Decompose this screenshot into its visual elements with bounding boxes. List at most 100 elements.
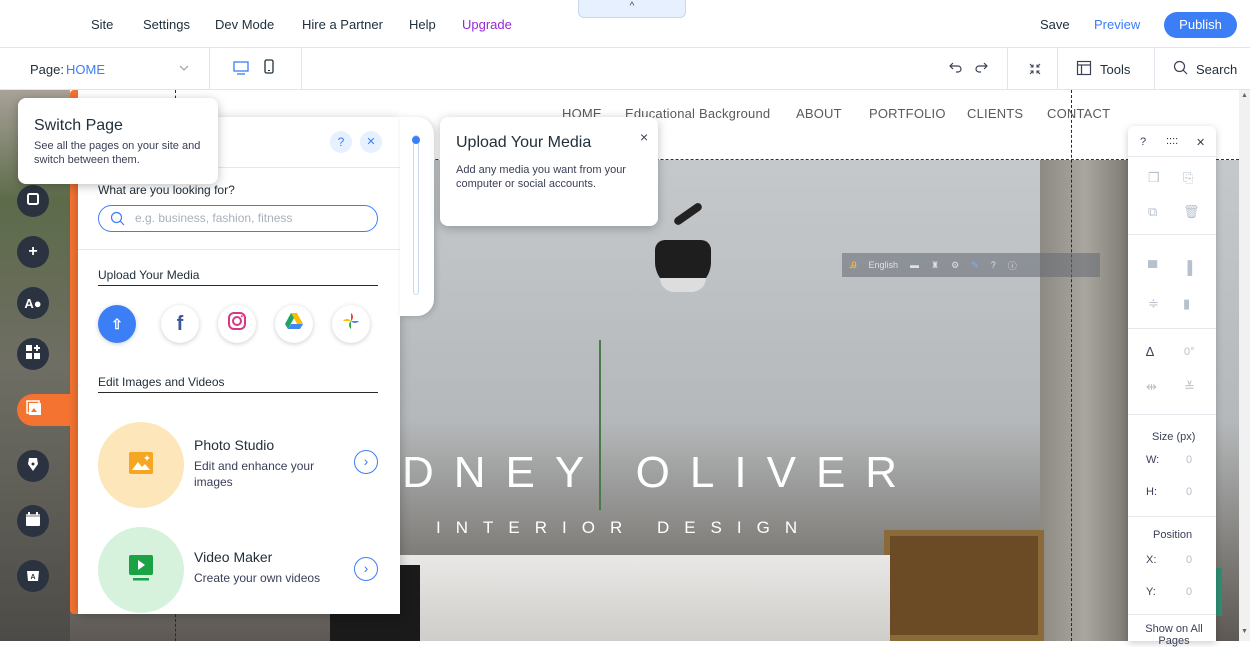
page-name: HOME	[65, 61, 105, 77]
flip-horizontal-icon[interactable]: ⇹	[1146, 379, 1157, 395]
menu-help[interactable]: Help	[409, 0, 436, 48]
width-label: W:	[1146, 454, 1160, 466]
nav-contact[interactable]: CONTACT	[1047, 106, 1110, 121]
scroll-down-icon[interactable]: ▼	[1241, 628, 1248, 635]
panel-help-button[interactable]: ?	[330, 131, 352, 153]
flip-vertical-icon[interactable]: ≚	[1184, 379, 1195, 395]
design-icon: A●	[24, 295, 42, 311]
edit-icon[interactable]: ✎	[971, 260, 979, 271]
sidebar-add[interactable]: +	[17, 236, 49, 268]
upload-icon: ⇧	[111, 315, 123, 332]
distribute-icon[interactable]: ≑	[1148, 296, 1159, 312]
google-drive-button[interactable]	[275, 305, 313, 343]
size-heading: Size (px)	[1152, 431, 1196, 443]
undo-icon[interactable]	[948, 60, 964, 81]
menu-hire-a-partner[interactable]: Hire a Partner	[302, 0, 383, 48]
minus-icon[interactable]: ▬	[910, 260, 919, 270]
sidebar-blog[interactable]	[17, 450, 49, 482]
translate-language[interactable]: English	[869, 260, 899, 270]
page-selector[interactable]: Page: HOME	[0, 48, 210, 90]
height-value[interactable]: 0	[1186, 486, 1192, 498]
width-value[interactable]: 0	[1186, 454, 1192, 466]
sidebar-store[interactable]: A	[17, 560, 49, 592]
collapse-toolbar-tab[interactable]: ^	[578, 0, 686, 18]
redo-icon[interactable]	[973, 60, 989, 81]
stepper-track	[413, 135, 419, 295]
mobile-icon[interactable]	[262, 58, 276, 81]
hero-subtitle[interactable]: INTERIOR DESIGN	[436, 518, 812, 538]
speaker-icon[interactable]: ♜	[931, 260, 939, 271]
align-icon[interactable]: ▐	[1183, 260, 1192, 275]
sidebar-menus-pages[interactable]	[17, 185, 49, 217]
inspector-help-button[interactable]: ?	[1140, 136, 1146, 148]
panel-close-button[interactable]: ✕	[360, 131, 382, 153]
tooltip-close-icon[interactable]: ×	[640, 129, 648, 145]
facebook-icon: f	[176, 312, 184, 335]
search-button[interactable]: Search	[1173, 48, 1237, 90]
show-on-all-pages-toggle[interactable]: Show on All Pages	[1142, 623, 1206, 647]
sidebar-bookings[interactable]	[17, 505, 49, 537]
video-maker-title[interactable]: Video Maker	[194, 549, 272, 565]
tools-button[interactable]: Tools	[1076, 48, 1130, 90]
menu-upgrade[interactable]: Upgrade	[462, 0, 512, 48]
menu-site[interactable]: Site	[91, 0, 113, 48]
info-icon[interactable]: ⓘ	[1008, 259, 1017, 272]
facebook-button[interactable]: f	[161, 305, 199, 343]
media-search-input[interactable]: e.g. business, fashion, fitness	[98, 205, 378, 232]
divider	[1007, 48, 1008, 90]
y-value[interactable]: 0	[1186, 586, 1192, 598]
save-button[interactable]: Save	[1040, 0, 1070, 48]
nav-portfolio[interactable]: PORTFOLIO	[869, 106, 946, 121]
drag-handle-icon[interactable]: ::::	[1166, 135, 1178, 147]
rotation-value[interactable]: 0°	[1184, 346, 1195, 358]
divider	[1128, 614, 1216, 615]
switch-page-body: See all the pages on your site and switc…	[34, 140, 201, 166]
desktop-icon[interactable]	[232, 59, 250, 82]
calendar-icon	[25, 511, 41, 532]
divider	[1128, 328, 1216, 329]
arrange-icon[interactable]: ▀	[1148, 260, 1157, 275]
gear-icon[interactable]: ⚙	[951, 260, 959, 271]
tools-icon	[1076, 60, 1092, 79]
chevron-right-icon: ›	[363, 453, 369, 469]
plus-icon: +	[28, 243, 38, 260]
menu-settings[interactable]: Settings	[143, 0, 190, 48]
sidebar-media[interactable]	[17, 394, 78, 426]
photo-studio-title[interactable]: Photo Studio	[194, 437, 274, 453]
duplicate-icon[interactable]: ⧉	[1148, 204, 1157, 220]
help-icon[interactable]: ?	[991, 260, 996, 270]
match-size-icon[interactable]: ▮	[1183, 296, 1190, 312]
nav-about[interactable]: ABOUT	[796, 106, 842, 121]
copy-icon[interactable]: ❐	[1148, 170, 1160, 186]
trash-icon[interactable]: 🗑	[1183, 204, 1200, 220]
scroll-up-icon[interactable]: ▲	[1241, 92, 1248, 99]
sidebar-design[interactable]: A●	[17, 287, 49, 319]
google-photos-button[interactable]	[332, 305, 370, 343]
inspector-toolbar: ? :::: ✕ ❐ ⎘ ⧉ 🗑 ▀ ▐ ≑ ▮ ∆ 0° ⇹ ≚ Size (…	[1128, 126, 1216, 647]
preview-button[interactable]: Preview	[1094, 0, 1140, 48]
hero-title[interactable]: DNEY OLIVER	[402, 448, 917, 498]
gridline	[1071, 90, 1072, 641]
upload-computer-button[interactable]: ⇧	[98, 305, 136, 343]
instagram-button[interactable]	[218, 305, 256, 343]
stepper-dot-active[interactable]	[412, 136, 420, 144]
paste-icon[interactable]: ⎘	[1183, 170, 1193, 186]
framed-painting	[884, 530, 1044, 641]
zoom-out-icon[interactable]	[1027, 61, 1043, 82]
inspector-close-button[interactable]: ✕	[1196, 136, 1205, 149]
photo-studio-arrow-button[interactable]: ›	[354, 450, 378, 474]
editor-top-bar: Site Settings Dev Mode Hire a Partner He…	[0, 0, 1250, 48]
photo-studio-badge	[98, 422, 184, 508]
translate-toolbar[interactable]: Ꭿ English ▬ ♜ ⚙ ✎ ? ⓘ	[842, 253, 1100, 277]
x-value[interactable]: 0	[1186, 554, 1192, 566]
page-icon	[26, 192, 40, 211]
menu-dev-mode[interactable]: Dev Mode	[215, 0, 274, 48]
rotate-icon[interactable]: ∆	[1146, 344, 1154, 359]
publish-button[interactable]: Publish	[1164, 12, 1237, 38]
nav-clients[interactable]: CLIENTS	[967, 106, 1023, 121]
canvas-scrollbar[interactable]: ▲ ▼	[1239, 90, 1250, 641]
video-maker-arrow-button[interactable]: ›	[354, 557, 378, 581]
sidebar-add-apps[interactable]	[17, 338, 49, 370]
photo-studio-subtitle: Edit and enhance your images	[194, 459, 315, 489]
position-heading: Position	[1153, 529, 1193, 541]
